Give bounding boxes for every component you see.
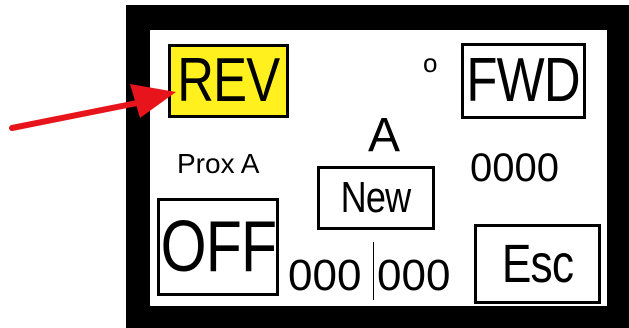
rev-button[interactable]: REV — [168, 44, 289, 118]
counter-value: 0000 — [470, 146, 559, 190]
readout-left: 000 — [288, 251, 362, 300]
off-button[interactable]: OFF — [157, 198, 279, 296]
degree-indicator: o — [423, 48, 438, 78]
display-screen: REV o FWD A Prox A 0000 New OFF 000 000 … — [150, 30, 607, 306]
readout-divider — [373, 242, 374, 300]
off-button-label: OFF — [160, 207, 276, 287]
esc-button[interactable]: Esc — [474, 224, 601, 304]
mode-letter: A — [368, 109, 401, 162]
hmi-panel: REV o FWD A Prox A 0000 New OFF 000 000 … — [0, 0, 629, 328]
sensor-label: Prox A — [177, 148, 260, 179]
esc-button-label: Esc — [501, 234, 574, 294]
fwd-button-label: FWD — [466, 46, 581, 115]
new-button-label: New — [341, 173, 412, 222]
arrow-shaft — [9, 99, 145, 131]
rev-button-label: REV — [177, 46, 280, 115]
readout-right: 000 — [377, 251, 451, 300]
fwd-button[interactable]: FWD — [461, 43, 586, 119]
new-button[interactable]: New — [317, 166, 435, 230]
